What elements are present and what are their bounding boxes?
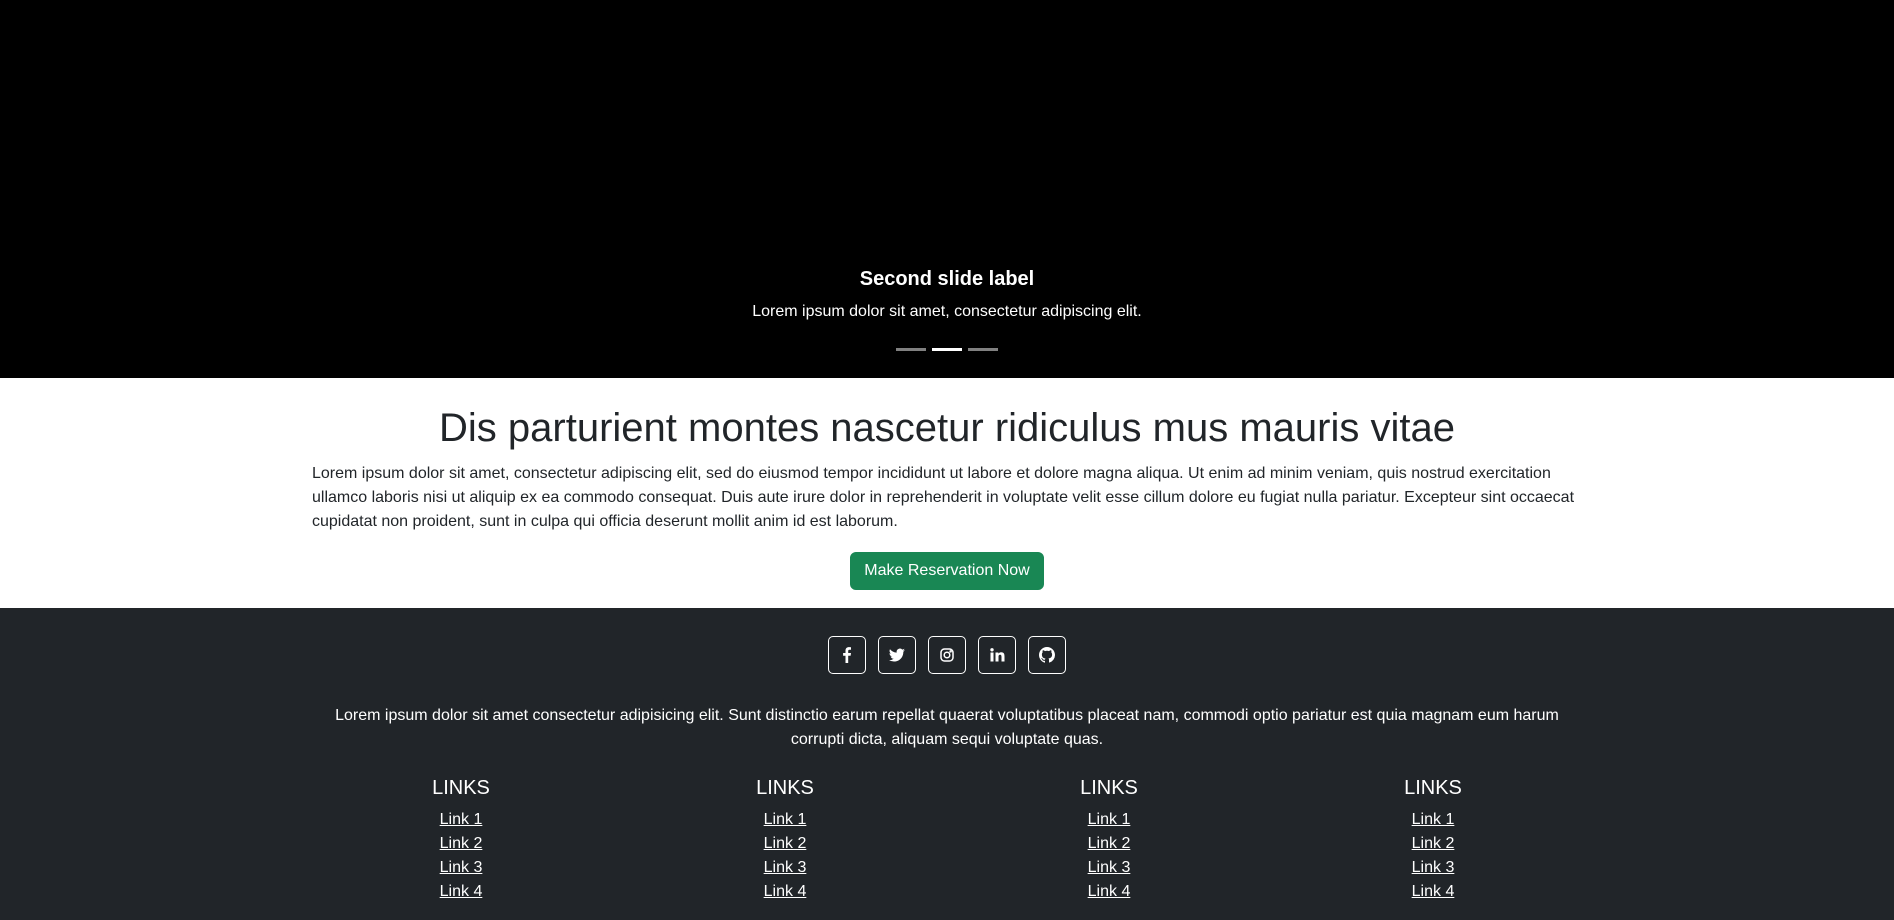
page-heading: Dis parturient montes nascetur ridiculus… [439, 406, 1455, 450]
linkedin-button[interactable] [978, 636, 1016, 674]
footer-link[interactable]: Link 1 [623, 808, 947, 832]
facebook-button[interactable] [828, 636, 866, 674]
carousel-indicators [0, 348, 1894, 351]
carousel-caption: Second slide label Lorem ipsum dolor sit… [0, 264, 1894, 324]
twitter-icon [889, 648, 905, 662]
footer-link[interactable]: Link 2 [623, 832, 947, 856]
footer-link[interactable]: Link 3 [1271, 856, 1595, 880]
github-icon [1039, 647, 1055, 663]
instagram-icon [940, 648, 954, 662]
links-column: LINKS Link 1 Link 2 Link 3 Link 4 [947, 776, 1271, 904]
slide-description: Lorem ipsum dolor sit amet, consectetur … [752, 303, 1142, 320]
carousel-indicator-1[interactable] [896, 348, 926, 351]
twitter-button[interactable] [878, 636, 916, 674]
linkedin-icon [990, 648, 1005, 662]
footer-link[interactable]: Link 3 [299, 856, 623, 880]
footer-link[interactable]: Link 1 [947, 808, 1271, 832]
links-column: LINKS Link 1 Link 2 Link 3 Link 4 [1271, 776, 1595, 904]
make-reservation-button[interactable]: Make Reservation Now [850, 552, 1044, 590]
footer: Lorem ipsum dolor sit amet consectetur a… [0, 608, 1894, 920]
links-column: LINKS Link 1 Link 2 Link 3 Link 4 [299, 776, 623, 904]
carousel-indicator-2[interactable] [932, 348, 962, 351]
footer-link[interactable]: Link 2 [299, 832, 623, 856]
footer-link[interactable]: Link 4 [947, 880, 1271, 904]
intro-section: Dis parturient montes nascetur ridiculus… [0, 378, 1894, 608]
links-column-title: LINKS [756, 777, 814, 799]
links-column-title: LINKS [432, 777, 490, 799]
footer-links: LINKS Link 1 Link 2 Link 3 Link 4 LINKS … [299, 776, 1595, 904]
instagram-button[interactable] [928, 636, 966, 674]
footer-link[interactable]: Link 2 [1271, 832, 1595, 856]
slide-label: Second slide label [859, 268, 1035, 290]
footer-link[interactable]: Link 4 [299, 880, 623, 904]
footer-link[interactable]: Link 3 [623, 856, 947, 880]
carousel-indicator-3[interactable] [968, 348, 998, 351]
github-button[interactable] [1028, 636, 1066, 674]
facebook-icon [843, 647, 851, 663]
links-column: LINKS Link 1 Link 2 Link 3 Link 4 [623, 776, 947, 904]
social-links [0, 636, 1894, 674]
footer-link[interactable]: Link 2 [947, 832, 1271, 856]
links-column-title: LINKS [1080, 777, 1138, 799]
footer-description: Lorem ipsum dolor sit amet consectetur a… [335, 707, 1559, 748]
footer-link[interactable]: Link 1 [299, 808, 623, 832]
footer-link[interactable]: Link 4 [623, 880, 947, 904]
footer-link[interactable]: Link 4 [1271, 880, 1595, 904]
intro-paragraph: Lorem ipsum dolor sit amet, consectetur … [312, 465, 1575, 530]
links-column-title: LINKS [1404, 777, 1462, 799]
footer-link[interactable]: Link 1 [1271, 808, 1595, 832]
footer-link[interactable]: Link 3 [947, 856, 1271, 880]
hero-carousel: Second slide label Lorem ipsum dolor sit… [0, 0, 1894, 378]
